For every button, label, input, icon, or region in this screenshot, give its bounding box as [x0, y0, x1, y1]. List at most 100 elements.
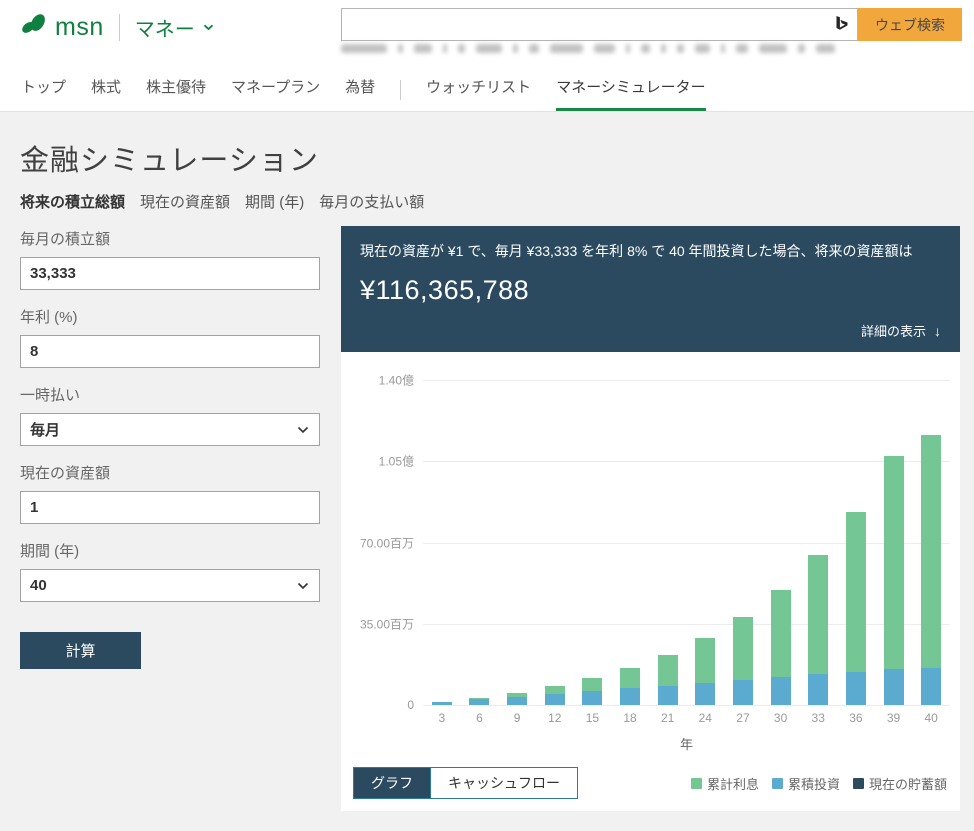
tab-graph[interactable]: グラフ [354, 768, 430, 798]
search-input[interactable] [341, 8, 858, 41]
redacted-text [398, 44, 403, 53]
bar-segment [432, 702, 452, 705]
nav-item-stocks[interactable]: 株式 [91, 76, 121, 111]
bar-slot [724, 380, 762, 705]
monthly-deposit-label: 毎月の積立額 [20, 228, 320, 249]
bar-segment [808, 674, 828, 705]
current-assets-label: 現在の資産額 [20, 462, 320, 483]
savings-swatch [853, 778, 864, 789]
interest-swatch [691, 778, 702, 789]
stacked-bar-year-39[interactable] [884, 380, 904, 705]
x-tick-label: 24 [686, 711, 724, 725]
bars-layer [423, 380, 950, 705]
payment-frequency-select[interactable]: 毎月 [20, 413, 320, 446]
legend-item-savings: 現在の貯蓄額 [853, 774, 947, 793]
site-header: msn マネー ウェブ検索 トップ 株式 株主優待 マネープラン 為替 ウォッチ… [0, 0, 974, 112]
bar-segment [846, 672, 866, 705]
chart-body: 1.40億1.05億70.00百万35.00百万0 [353, 380, 950, 705]
bing-icon [835, 16, 849, 38]
nav-divider [400, 80, 401, 100]
chart-view-tabs: グラフ キャッシュフロー [353, 767, 578, 799]
bar-slot [498, 380, 536, 705]
bar-slot [875, 380, 913, 705]
nav-item-shareholder-benefits[interactable]: 株主優待 [146, 76, 206, 111]
period-years-label: 期間 (年) [20, 540, 320, 561]
stacked-bar-year-33[interactable] [808, 380, 828, 705]
msn-butterfly-icon[interactable] [20, 11, 49, 43]
stacked-bar-year-40[interactable] [921, 380, 941, 705]
search-area: ウェブ検索 [341, 8, 962, 41]
bar-segment [733, 617, 753, 680]
redacted-text [414, 44, 432, 53]
bar-segment [733, 680, 753, 705]
redacted-text [736, 44, 748, 53]
stacked-bar-year-27[interactable] [733, 380, 753, 705]
current-assets-input[interactable] [20, 491, 320, 524]
period-years-field: 期間 (年) 40 [20, 540, 320, 602]
stacked-bar-year-3[interactable] [432, 380, 452, 705]
annual-rate-input[interactable] [20, 335, 320, 368]
chevron-down-icon [203, 24, 214, 31]
legend-label: 累積投資 [788, 774, 840, 793]
stacked-bar-year-21[interactable] [658, 380, 678, 705]
page-title: 金融シミュレーション [20, 137, 320, 179]
bar-slot [536, 380, 574, 705]
period-years-select[interactable]: 40 [20, 569, 320, 602]
subtab-period[interactable]: 期間 (年) [245, 191, 304, 212]
search-box [341, 8, 858, 41]
bar-segment [846, 512, 866, 672]
channel-label: マネー [135, 13, 195, 42]
stacked-bar-year-24[interactable] [695, 380, 715, 705]
bar-segment [658, 686, 678, 706]
down-arrow-icon: ↓ [934, 323, 941, 339]
redacted-text [759, 44, 787, 53]
channel-menu-button[interactable]: マネー [135, 13, 214, 42]
x-tick-label: 15 [574, 711, 612, 725]
nav-item-money-simulator[interactable]: マネーシミュレーター [556, 76, 705, 111]
chart-legend: 累計利息 累積投資 現在の貯蓄額 [691, 774, 947, 793]
simulator-form-column: 金融シミュレーション 将来の積立総額 現在の資産額 期間 (年) 毎月の支払い額… [20, 112, 341, 811]
subtab-future-total[interactable]: 将来の積立総額 [20, 191, 125, 212]
chevron-down-icon [297, 582, 309, 590]
stacked-bar-year-6[interactable] [469, 380, 489, 705]
calculate-button[interactable]: 計算 [20, 632, 141, 669]
chart-plot [423, 380, 950, 705]
bar-slot [762, 380, 800, 705]
results-column: 現在の資産が ¥1 で、毎月 ¥33,333 を年利 8% で 40 年間投資し… [341, 112, 960, 811]
monthly-deposit-input[interactable] [20, 257, 320, 290]
bar-segment [582, 691, 602, 705]
stacked-bar-year-12[interactable] [545, 380, 565, 705]
stacked-bar-year-36[interactable] [846, 380, 866, 705]
nav-item-money-plan[interactable]: マネープラン [231, 76, 320, 111]
show-details-label: 詳細の表示 [861, 324, 926, 339]
redacted-text [677, 44, 684, 53]
redacted-text [443, 44, 447, 53]
nav-item-top[interactable]: トップ [21, 76, 66, 111]
tab-cashflow[interactable]: キャッシュフロー [430, 768, 577, 798]
nav-item-forex[interactable]: 為替 [345, 76, 375, 111]
bar-segment [695, 638, 715, 683]
stacked-bar-year-18[interactable] [620, 380, 640, 705]
chart-card: 1.40億1.05億70.00百万35.00百万0 36912151821242… [341, 352, 960, 811]
nav-item-watchlist[interactable]: ウォッチリスト [426, 76, 531, 111]
stacked-bar-year-9[interactable] [507, 380, 527, 705]
bar-segment [808, 555, 828, 674]
x-tick-label: 27 [724, 711, 762, 725]
stacked-bar-year-30[interactable] [771, 380, 791, 705]
show-details-link[interactable]: 詳細の表示 ↓ [360, 321, 941, 340]
chevron-down-icon [297, 426, 309, 434]
annual-rate-label: 年利 (%) [20, 306, 320, 327]
result-panel: 現在の資産が ¥1 で、毎月 ¥33,333 を年利 8% で 40 年間投資し… [341, 226, 960, 352]
period-years-value: 40 [30, 577, 47, 594]
gridline [423, 705, 950, 706]
x-tick-label: 9 [498, 711, 536, 725]
main-nav: トップ 株式 株主優待 マネープラン 為替 ウォッチリスト マネーシミュレーター [21, 76, 706, 111]
msn-logo-text[interactable]: msn [55, 13, 104, 42]
payment-frequency-value: 毎月 [30, 419, 60, 440]
bar-slot [799, 380, 837, 705]
redacted-text [550, 44, 583, 53]
web-search-button[interactable]: ウェブ検索 [858, 8, 962, 41]
y-tick-label: 70.00百万 [360, 534, 414, 551]
subtab-current-assets[interactable]: 現在の資産額 [140, 191, 230, 212]
stacked-bar-year-15[interactable] [582, 380, 602, 705]
